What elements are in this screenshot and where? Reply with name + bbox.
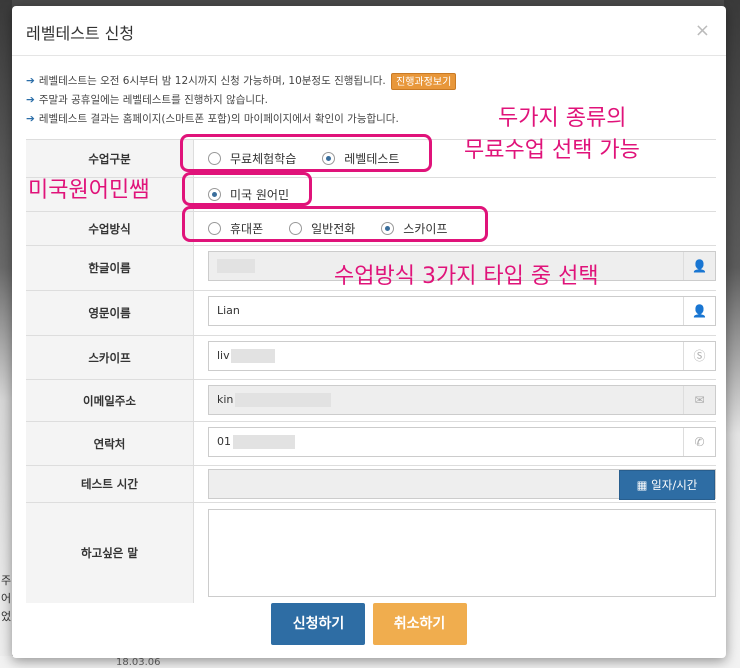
arrow-right-icon: ➔ xyxy=(26,113,35,125)
cancel-button[interactable]: 취소하기 xyxy=(372,603,467,645)
date-time-button[interactable]: ▦ 일자/시간 xyxy=(619,470,715,500)
action-buttons: 신청하기 취소하기 xyxy=(12,603,726,645)
annotation-text: 두가지 종류의 xyxy=(498,106,627,131)
radio-landline[interactable]: 일반전화 xyxy=(289,220,355,237)
modal-title: 레벨테스트 신청 xyxy=(26,24,135,43)
english-name-row: 영문이름 Lian 👤 xyxy=(26,291,716,336)
radio-free-trial[interactable]: 무료체험학습 xyxy=(208,150,296,167)
redacted-value xyxy=(217,259,255,273)
radio-circle-selected[interactable] xyxy=(322,152,336,165)
skype-row: 스카이프 liv Ⓢ xyxy=(26,336,716,380)
level-test-modal: 레벨테스트 신청 × ➔ 레벨테스트는 오전 6시부터 밤 12시까지 신청 가능… xyxy=(12,6,726,658)
user-icon: 👤 xyxy=(683,297,715,325)
arrow-right-icon: ➔ xyxy=(26,75,35,87)
email-row: 이메일주소 kin ✉ xyxy=(26,380,716,422)
backdrop-text: 었 xyxy=(1,610,12,623)
backdrop-text: 주 xyxy=(1,574,12,587)
redacted-value xyxy=(233,435,295,449)
test-time-row: 테스트 시간 ▦ 일자/시간 xyxy=(26,466,716,503)
calendar-icon: ▦ xyxy=(636,478,648,492)
email-label: 이메일주소 xyxy=(26,380,194,421)
radio-us-native[interactable]: 미국 원어민 xyxy=(208,186,289,203)
english-name-label: 영문이름 xyxy=(26,291,194,335)
skype-label: 스카이프 xyxy=(26,336,194,379)
english-name-input[interactable]: Lian 👤 xyxy=(208,296,716,326)
skype-input[interactable]: liv Ⓢ xyxy=(208,341,716,371)
phone-icon: ✆ xyxy=(683,428,715,456)
redacted-value xyxy=(235,393,331,407)
class-method-label: 수업방식 xyxy=(26,212,194,245)
backdrop-text: 어 xyxy=(1,592,12,605)
backdrop-date: 18.03.06 xyxy=(116,657,161,668)
message-label: 하고싶은 말 xyxy=(26,503,194,603)
class-type-label: 수업구분 xyxy=(26,140,194,177)
backdrop-right xyxy=(724,0,740,668)
process-view-button[interactable]: 진행과정보기 xyxy=(391,72,457,90)
notice-item: ➔ 레벨테스트는 오전 6시부터 밤 12시까지 신청 가능하며, 10분정도 진… xyxy=(26,72,716,91)
phone-row: 연락처 01 ✆ xyxy=(26,422,716,466)
korean-name-label: 한글이름 xyxy=(26,246,194,290)
envelope-icon: ✉ xyxy=(683,386,715,414)
phone-input[interactable]: 01 ✆ xyxy=(208,427,716,457)
user-icon: 👤 xyxy=(683,252,715,280)
test-time-input[interactable]: ▦ 일자/시간 xyxy=(208,469,716,500)
test-time-label: 테스트 시간 xyxy=(26,466,194,502)
close-button[interactable]: × xyxy=(695,20,710,41)
class-method-row: 수업방식 휴대폰 일반전화 스카이프 xyxy=(26,212,716,246)
message-textarea[interactable] xyxy=(208,509,716,597)
radio-level-test[interactable]: 레벨테스트 xyxy=(322,150,399,167)
apply-button[interactable]: 신청하기 xyxy=(271,603,366,645)
radio-circle-selected[interactable] xyxy=(208,188,221,201)
radio-circle[interactable] xyxy=(208,222,221,235)
backdrop-left xyxy=(0,0,12,668)
message-row: 하고싶은 말 xyxy=(26,503,716,603)
phone-label: 연락처 xyxy=(26,422,194,465)
skype-icon: Ⓢ xyxy=(683,342,715,370)
modal-header: 레벨테스트 신청 × xyxy=(12,6,726,56)
redacted-value xyxy=(231,349,275,363)
radio-circle[interactable] xyxy=(208,152,221,165)
radio-mobile[interactable]: 휴대폰 xyxy=(208,220,263,237)
radio-circle[interactable] xyxy=(289,222,303,235)
arrow-right-icon: ➔ xyxy=(26,94,35,106)
email-input[interactable]: kin ✉ xyxy=(208,385,716,415)
annotation-text: 미국원어민쌤 xyxy=(28,178,150,203)
radio-skype[interactable]: 스카이프 xyxy=(381,220,447,237)
annotation-text: 무료수업 선택 가능 xyxy=(464,138,640,163)
application-form: 수업구분 무료체험학습 레벨테스트 미국 원어민 수업방식 휴대폰 일반전화 스… xyxy=(26,139,716,603)
annotation-text: 수업방식 3가지 타입 중 선택 xyxy=(334,264,599,289)
radio-circle-selected[interactable] xyxy=(381,222,395,235)
